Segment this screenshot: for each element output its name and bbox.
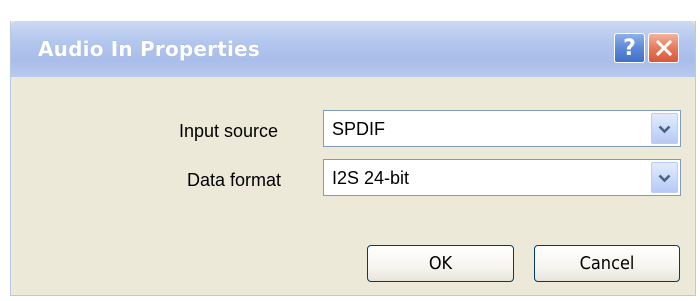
dialog-titlebar[interactable]: Audio In Properties ? <box>11 21 695 77</box>
data-format-select[interactable]: I2S 24-bit <box>323 159 681 196</box>
data-format-label: Data format <box>187 170 282 190</box>
ok-button[interactable]: OK <box>367 245 514 282</box>
close-x-icon <box>655 39 672 57</box>
help-button[interactable]: ? <box>614 33 645 63</box>
chevron-down-icon <box>658 174 671 182</box>
input-source-select[interactable]: SPDIF <box>323 110 681 147</box>
chevron-down-icon <box>658 125 671 133</box>
screenshot-stage: Audio In Properties ? Input source SPDIF… <box>0 0 700 301</box>
audio-in-properties-dialog: Audio In Properties ? Input source SPDIF… <box>10 21 696 296</box>
data-format-value: I2S 24-bit <box>332 168 410 188</box>
dialog-title: Audio In Properties <box>38 37 260 61</box>
question-mark-icon: ? <box>623 35 636 61</box>
close-button[interactable] <box>648 33 679 63</box>
input-source-dropdown-button[interactable] <box>651 113 678 144</box>
input-source-label: Input source <box>179 121 279 141</box>
cancel-button[interactable]: Cancel <box>534 245 680 282</box>
input-source-value: SPDIF <box>332 119 386 139</box>
data-format-dropdown-button[interactable] <box>651 162 678 193</box>
